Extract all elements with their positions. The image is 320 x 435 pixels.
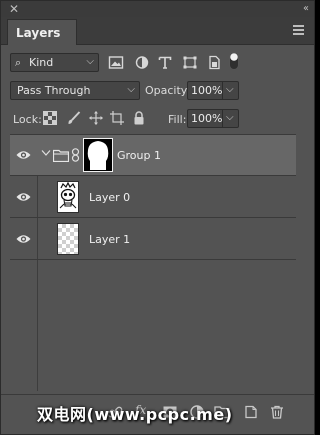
smart-object-filter-icon[interactable] [206, 55, 222, 70]
lock-label: Lock: [13, 113, 42, 126]
folder-icon [53, 149, 69, 162]
watermark-text: 双电网(www.pcpc.me) [37, 405, 233, 424]
layer-row-layer-1[interactable]: Layer 1 [10, 219, 296, 260]
opacity-dropdown-button[interactable]: ⌵ [223, 81, 239, 100]
tab-layers-label: Layers [16, 26, 61, 40]
fill-label: Fill: [168, 113, 187, 126]
chevron-down-icon[interactable] [41, 147, 51, 159]
opacity-input[interactable]: 100% [187, 81, 223, 100]
eye-icon[interactable] [16, 191, 31, 203]
type-filter-icon[interactable] [157, 55, 173, 70]
layers-list: Group 1 Layer 0 Layer 1 [10, 134, 296, 391]
tab-layers[interactable]: Layers [7, 19, 77, 45]
delete-layer-icon[interactable] [269, 404, 285, 420]
layer-name[interactable]: Layer 0 [89, 191, 130, 204]
lock-all-icon[interactable] [132, 111, 146, 125]
filter-toggle-icon[interactable] [229, 52, 239, 70]
lock-position-icon[interactable] [89, 111, 103, 125]
chevron-down-icon: ⌵ [86, 56, 94, 67]
filter-kind-select[interactable]: ⌕ Kind ⌵ [10, 53, 99, 72]
filter-kind-label: Kind [29, 56, 54, 69]
layer-row-layer-0[interactable]: Layer 0 [10, 177, 296, 218]
lock-image-pixels-icon[interactable] [67, 111, 81, 125]
fill-dropdown-button[interactable]: ⌵ [223, 109, 239, 128]
close-panel-icon[interactable]: ✕ [9, 2, 19, 16]
layers-panel: ✕ ‹‹ Layers ⌕ Kind ⌵ Pass Through ⌵ Opac… [0, 0, 315, 435]
fill-input[interactable]: 100% [187, 109, 223, 128]
layer-name[interactable]: Group 1 [117, 149, 161, 162]
shape-filter-icon[interactable] [182, 55, 198, 70]
blend-mode-select[interactable]: Pass Through ⌵ [10, 81, 140, 100]
mask-silhouette [87, 141, 109, 170]
layer-thumbnail[interactable] [57, 181, 79, 213]
chevron-down-icon: ⌵ [127, 84, 135, 95]
collapse-panel-icon[interactable]: ‹‹ [303, 2, 309, 16]
search-icon: ⌕ [15, 56, 22, 69]
chevron-down-icon: ⌵ [226, 84, 234, 95]
lock-transparent-pixels-icon[interactable] [43, 111, 57, 125]
image-filter-icon[interactable] [108, 55, 124, 70]
opacity-label: Opacity: [145, 84, 191, 97]
blend-mode-value: Pass Through [17, 84, 91, 97]
lock-artboard-icon[interactable] [110, 111, 124, 125]
opacity-value: 100% [191, 84, 223, 97]
adjustment-filter-icon[interactable] [134, 55, 150, 70]
layer-mask-thumbnail[interactable] [83, 138, 113, 172]
skull-artwork-icon [59, 182, 77, 209]
panel-menu-icon[interactable] [293, 25, 304, 35]
layer-row-group-1[interactable]: Group 1 [10, 135, 296, 176]
panel-title-strip: ✕ ‹‹ [1, 1, 314, 17]
mask-link-icon[interactable] [71, 148, 80, 162]
eye-icon[interactable] [16, 233, 31, 245]
layer-thumbnail[interactable] [57, 223, 79, 255]
layer-name[interactable]: Layer 1 [89, 233, 130, 246]
fill-value: 100% [191, 112, 223, 125]
chevron-down-icon: ⌵ [226, 112, 234, 123]
tab-bar: Layers [1, 17, 314, 45]
eye-icon[interactable] [16, 149, 31, 161]
new-layer-icon[interactable] [243, 404, 259, 420]
